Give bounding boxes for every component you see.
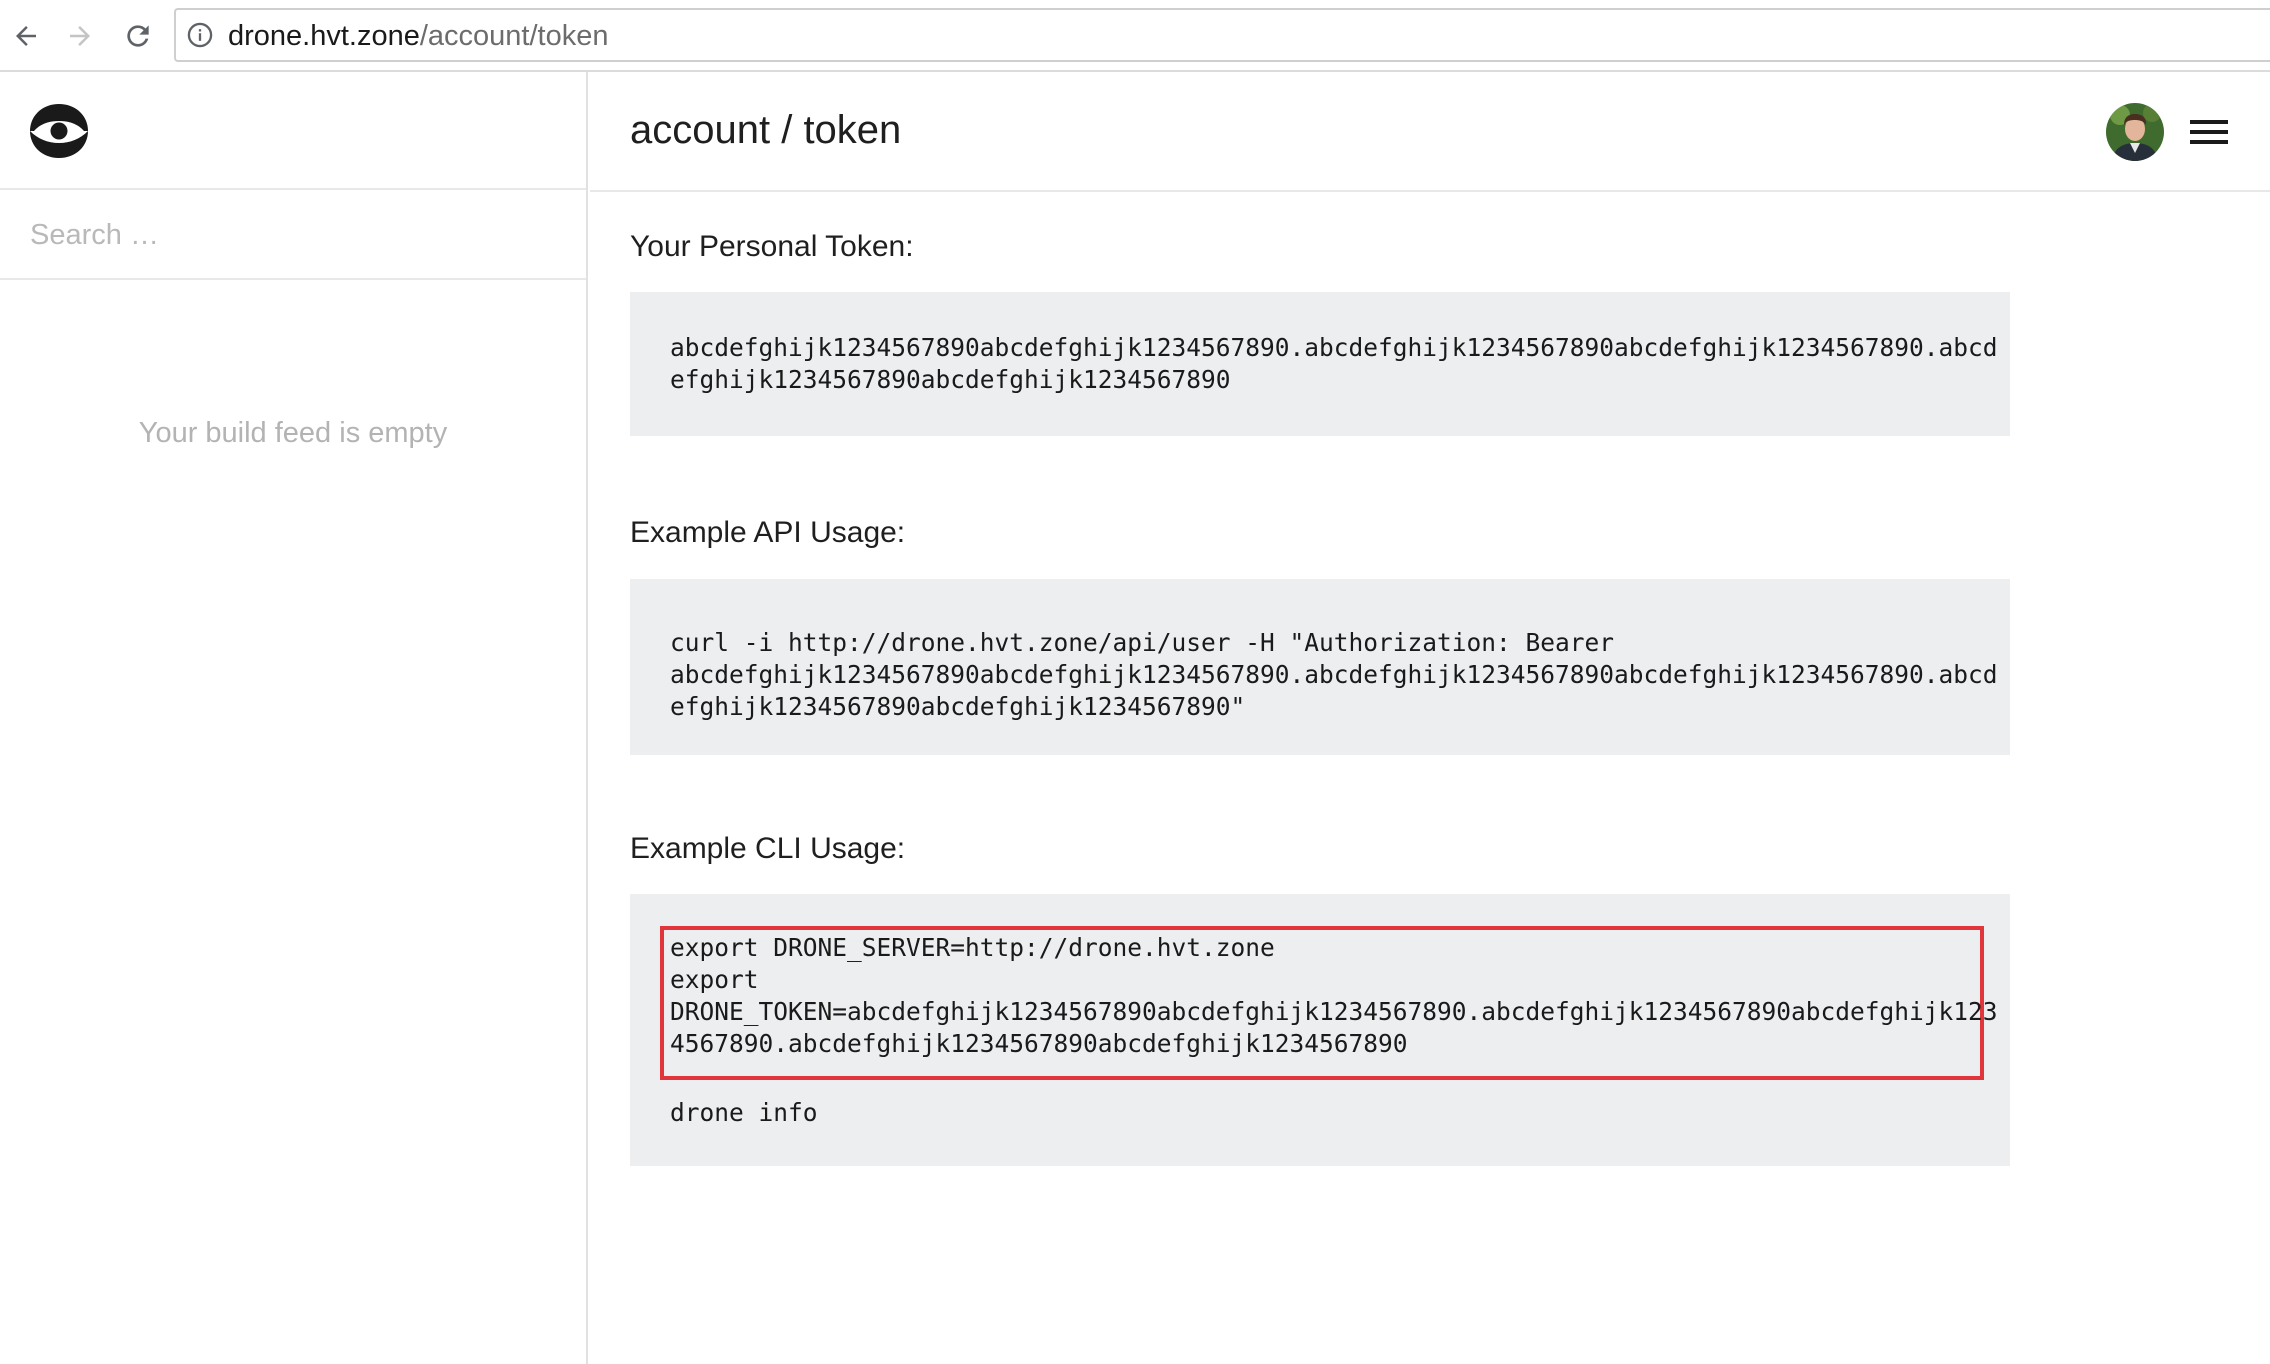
token-line: efghijk1234567890abcdefghijk1234567890 xyxy=(670,365,1231,394)
cli-usage-box[interactable]: export DRONE_SERVER=http://drone.hvt.zon… xyxy=(630,894,2010,1166)
reload-button[interactable] xyxy=(116,14,160,58)
api-usage-label: Example API Usage: xyxy=(630,516,906,549)
avatar[interactable] xyxy=(2106,103,2164,161)
main-header: account / token xyxy=(590,72,2270,192)
url-path: /account/token xyxy=(419,20,609,52)
token-line: abcdefghijk1234567890abcdefghijk12345678… xyxy=(670,333,1998,362)
page-title: account / token xyxy=(630,108,902,152)
sidebar-logo-row xyxy=(0,72,586,190)
forward-arrow-icon xyxy=(70,26,90,46)
menu-button[interactable] xyxy=(2188,112,2230,152)
sidebar: Your build feed is empty xyxy=(0,72,588,1364)
personal-token-label: Your Personal Token: xyxy=(630,230,914,263)
browser-toolbar: drone.hvt.zone/account/token xyxy=(0,0,2270,72)
cli-line: export DRONE_SERVER=http://drone.hvt.zon… xyxy=(670,933,1275,962)
reload-icon xyxy=(127,25,149,47)
cli-usage-label: Example CLI Usage: xyxy=(630,832,906,865)
forward-button[interactable] xyxy=(58,14,102,58)
main-content: account / token Your Personal Token: abc… xyxy=(590,72,2270,1364)
address-bar[interactable]: drone.hvt.zone/account/token xyxy=(174,8,2270,62)
url-host: drone.hvt.zone xyxy=(228,20,420,52)
api-usage-box[interactable]: curl -i http://drone.hvt.zone/api/user -… xyxy=(630,579,2010,755)
back-arrow-icon xyxy=(16,26,36,46)
cli-line: 4567890.abcdefghijk1234567890abcdefghijk… xyxy=(670,1029,1408,1058)
api-line: efghijk1234567890abcdefghijk1234567890" xyxy=(670,692,1246,721)
api-line: curl -i http://drone.hvt.zone/api/user -… xyxy=(670,628,1615,657)
search-input[interactable] xyxy=(30,210,550,260)
cli-line: export xyxy=(670,965,759,994)
cli-line: DRONE_TOKEN=abcdefghijk1234567890abcdefg… xyxy=(670,997,1998,1026)
url-text: drone.hvt.zone/account/token xyxy=(228,20,609,52)
api-line: abcdefghijk1234567890abcdefghijk12345678… xyxy=(670,660,1998,689)
drone-logo-icon[interactable] xyxy=(28,102,90,160)
hamburger-menu-icon xyxy=(2190,120,2228,144)
empty-build-feed-message: Your build feed is empty xyxy=(138,417,448,449)
user-avatar-icon xyxy=(2106,103,2164,161)
info-icon[interactable] xyxy=(186,21,214,49)
cli-line: drone info xyxy=(670,1098,818,1127)
search-row xyxy=(0,192,586,280)
cli-export-block: export DRONE_SERVER=http://drone.hvt.zon… xyxy=(670,932,1998,1060)
back-button[interactable] xyxy=(4,14,48,58)
personal-token-box[interactable]: abcdefghijk1234567890abcdefghijk12345678… xyxy=(630,292,2010,436)
cli-drone-info-line: drone info xyxy=(670,1097,818,1129)
